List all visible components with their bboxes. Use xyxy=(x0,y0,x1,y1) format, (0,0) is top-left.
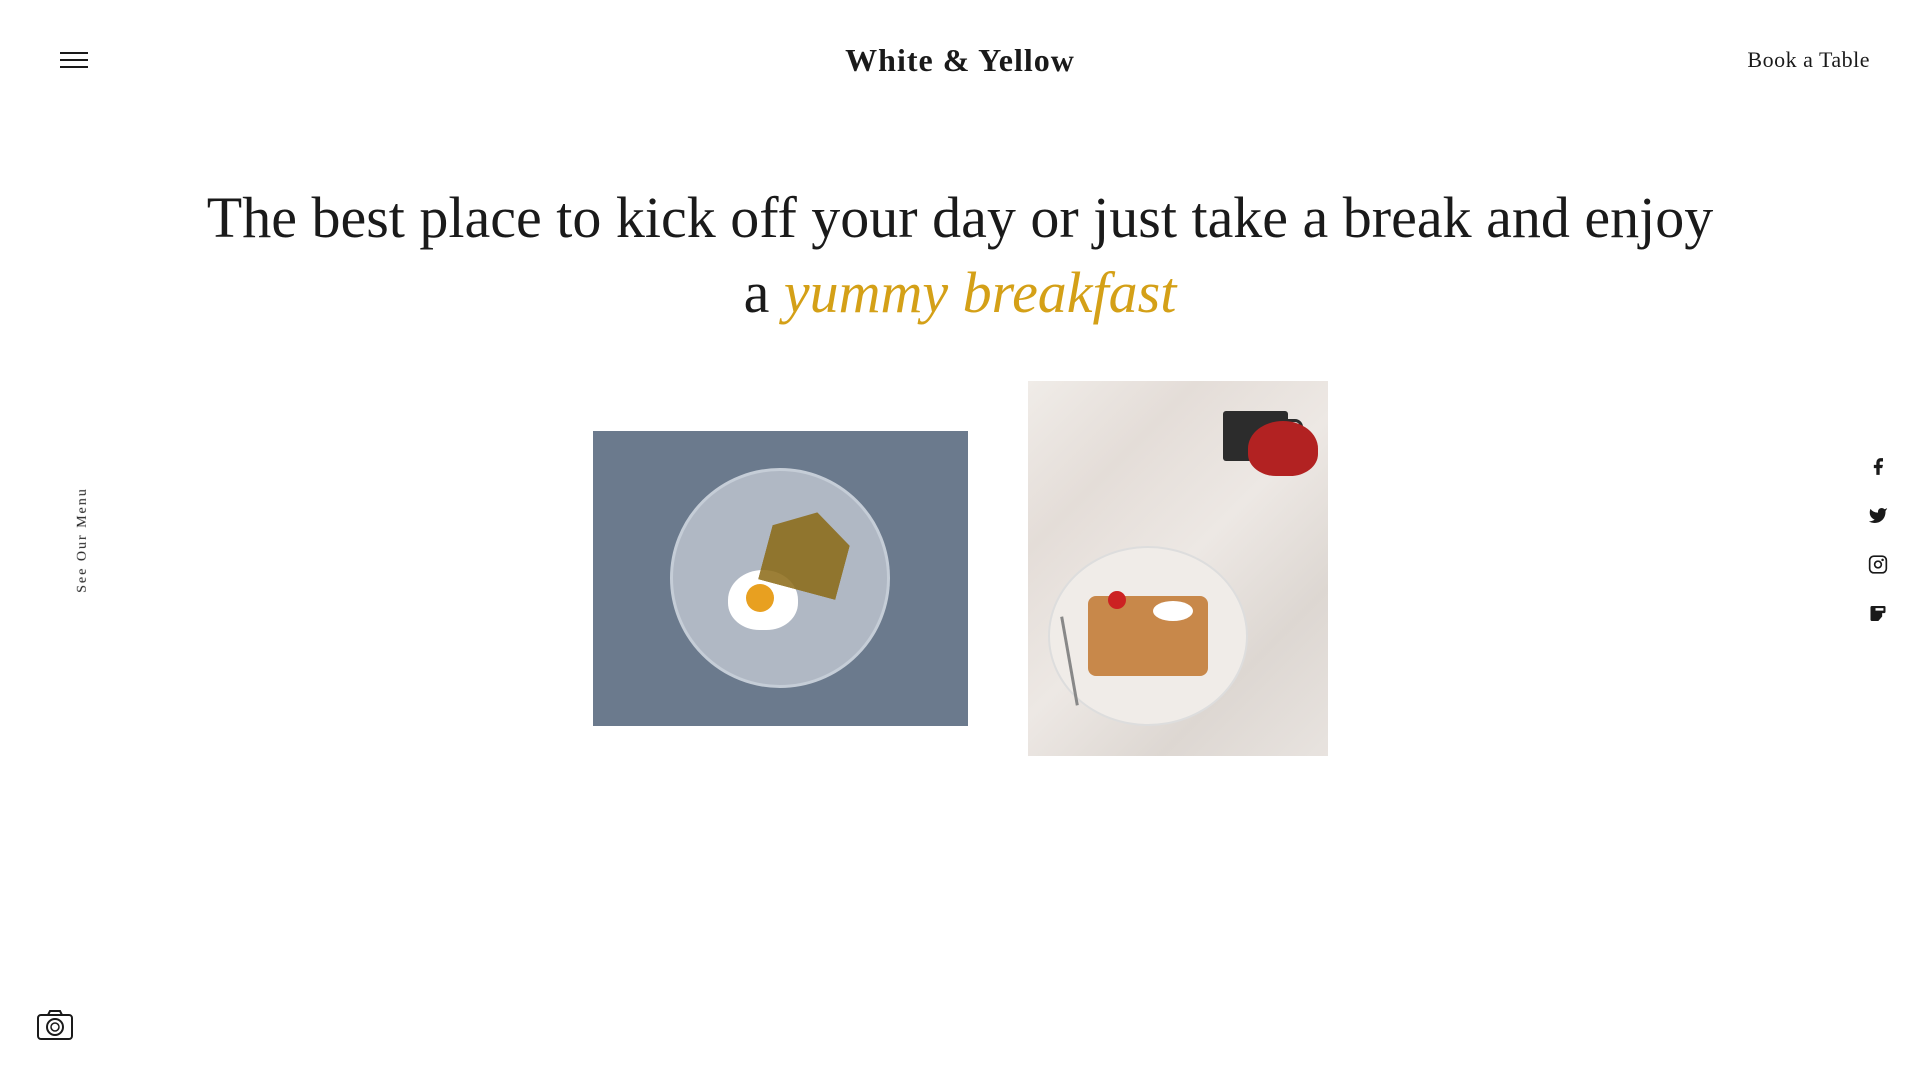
site-title: White & Yellow xyxy=(845,42,1075,79)
plate xyxy=(670,468,890,688)
images-section xyxy=(0,381,1920,756)
hamburger-menu[interactable] xyxy=(50,42,98,78)
marble-background xyxy=(1028,381,1328,756)
food-image-1 xyxy=(593,431,968,726)
egg-plate-illustration xyxy=(593,431,968,726)
hero-text: The best place to kick off your day or j… xyxy=(0,120,1920,381)
social-icons xyxy=(1866,455,1890,626)
camera-icon-wrapper[interactable] xyxy=(30,1000,80,1050)
jam-bowl xyxy=(1248,421,1318,476)
facebook-icon[interactable] xyxy=(1866,455,1890,479)
pancake-stack xyxy=(1088,596,1208,676)
main-content: The best place to kick off your day or j… xyxy=(0,0,1920,1080)
camera-icon xyxy=(35,1005,75,1045)
foursquare-icon[interactable] xyxy=(1866,602,1890,626)
side-menu-label[interactable]: See Our Menu xyxy=(75,487,91,593)
book-table-button[interactable]: Book a Table xyxy=(1747,47,1870,73)
egg-yolk xyxy=(746,584,774,612)
header: White & Yellow Book a Table xyxy=(0,0,1920,120)
twitter-icon[interactable] xyxy=(1866,504,1890,528)
hero-highlight-text: yummy breakfast xyxy=(784,260,1176,325)
berry xyxy=(1108,591,1126,609)
pancake-illustration xyxy=(1028,381,1328,756)
food-image-2 xyxy=(1028,381,1328,756)
cream xyxy=(1153,601,1193,621)
instagram-icon[interactable] xyxy=(1866,553,1890,577)
